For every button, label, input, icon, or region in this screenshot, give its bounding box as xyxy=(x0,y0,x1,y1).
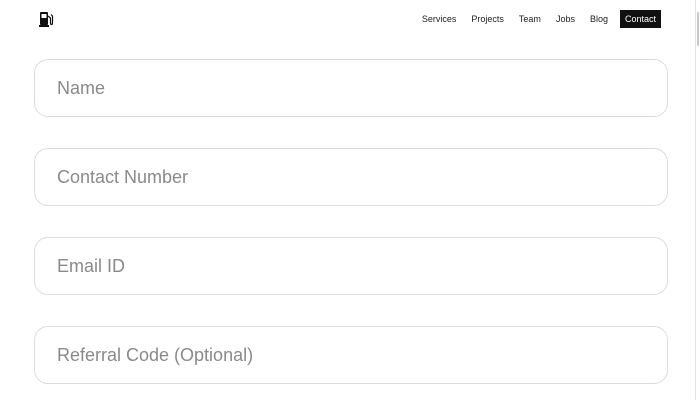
referral-code-field-wrapper[interactable] xyxy=(34,326,668,384)
fuel-pump-icon[interactable] xyxy=(38,10,54,28)
contact-number-input[interactable] xyxy=(57,166,667,188)
referral-code-input[interactable] xyxy=(57,344,667,366)
nav-link-contact[interactable]: Contact xyxy=(619,10,661,28)
nav-link-blog[interactable]: Blog xyxy=(590,10,608,28)
name-field-wrapper[interactable] xyxy=(34,59,668,117)
contact-page: Services Projects Team Jobs Blog Contact xyxy=(0,0,700,400)
nav-link-projects[interactable]: Projects xyxy=(471,10,504,28)
email-field-wrapper[interactable] xyxy=(34,237,668,295)
name-input[interactable] xyxy=(57,77,667,99)
nav-link-services[interactable]: Services xyxy=(422,10,457,28)
nav-link-jobs[interactable]: Jobs xyxy=(556,10,575,28)
contact-number-field-wrapper[interactable] xyxy=(34,148,668,206)
main-nav: Services Projects Team Jobs Blog Contact xyxy=(422,10,661,28)
scrollbar-track[interactable] xyxy=(695,0,700,400)
email-input[interactable] xyxy=(57,255,667,277)
scrollbar-thumb[interactable] xyxy=(697,12,699,46)
nav-link-team[interactable]: Team xyxy=(519,10,541,28)
